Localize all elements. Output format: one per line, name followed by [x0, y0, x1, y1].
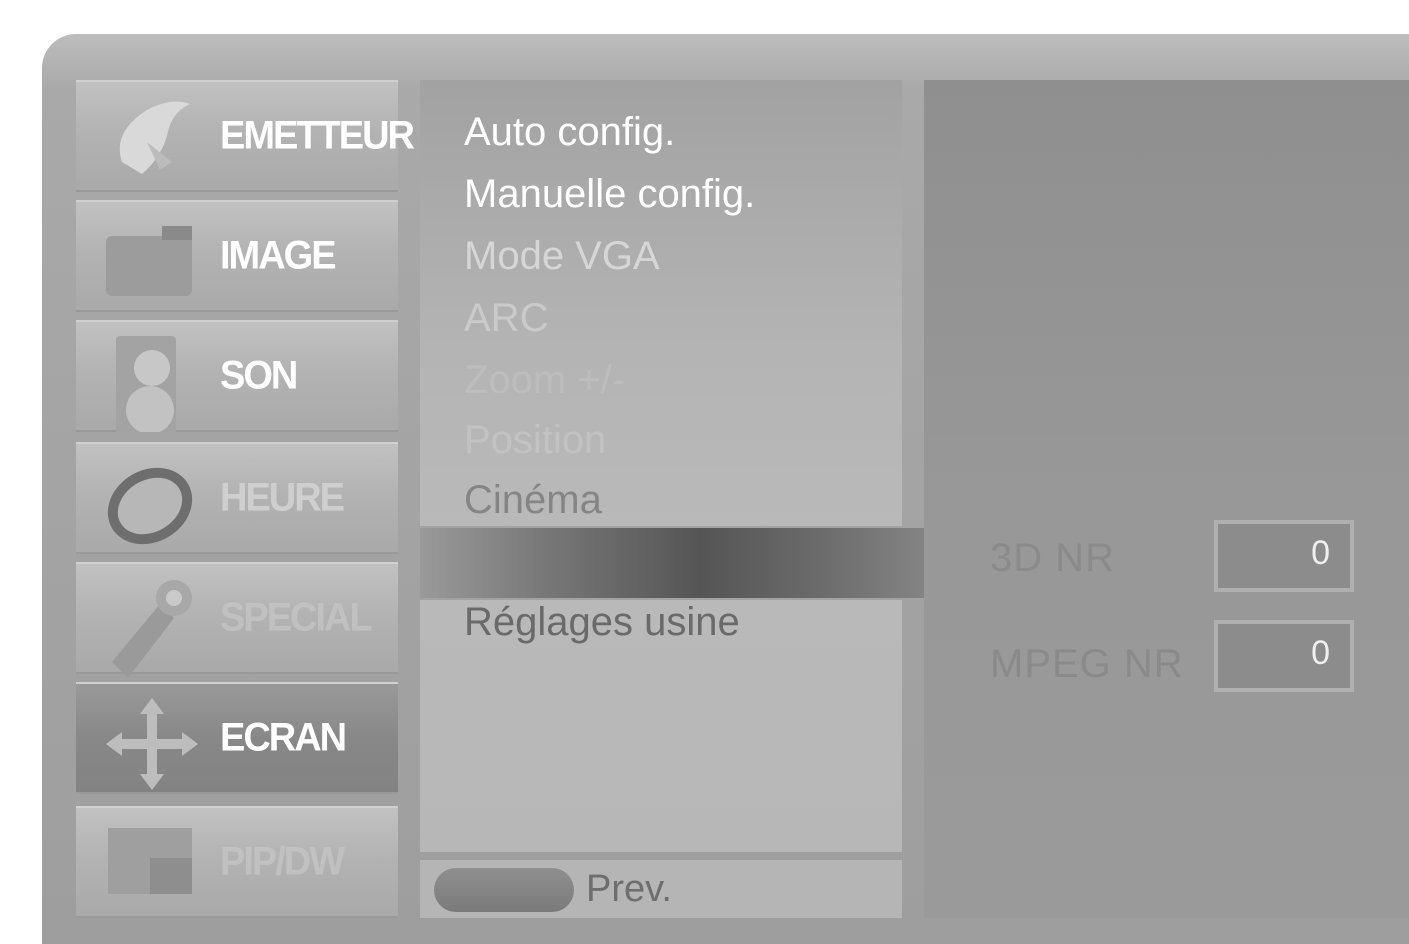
menu-item-zoom[interactable]: Zoom +/- [464, 358, 625, 403]
tab-label: EMETTEUR [220, 113, 415, 158]
submenu-list: Auto config. Manuelle config. Mode VGA A… [420, 80, 902, 526]
nr-mpeg-value: 0 [1311, 634, 1330, 672]
submenu-list-lower: Réglages usine [420, 600, 902, 852]
tab-heure[interactable]: HEURE [76, 442, 398, 554]
picture-icon [102, 212, 202, 300]
menu-item-cinema[interactable]: Cinéma [464, 478, 602, 523]
menu-item-auto-config[interactable]: Auto config. [464, 110, 675, 155]
prev-button[interactable] [434, 868, 574, 912]
tab-label: HEURE [220, 475, 345, 520]
tab-image[interactable]: IMAGE [76, 200, 398, 312]
nr-mpeg-value-field[interactable]: 0 [1214, 620, 1354, 692]
wrench-icon [102, 574, 202, 678]
tab-pip-dw[interactable]: PIP/DW [76, 806, 398, 918]
selection-highlight-bar[interactable] [420, 528, 930, 598]
tab-label: SON [220, 353, 298, 398]
move-arrows-icon [102, 694, 202, 790]
nr-mpeg-label: MPEG NR [990, 642, 1184, 686]
tab-special[interactable]: SPECIAL [76, 562, 398, 678]
clock-icon [102, 454, 202, 545]
tab-son[interactable]: SON [76, 320, 398, 440]
tab-label: PIP/DW [220, 839, 345, 884]
menu-item-factory-settings[interactable]: Réglages usine [464, 600, 740, 645]
tab-ecran[interactable]: ECRAN [76, 682, 398, 794]
tab-label: SPECIAL [220, 595, 373, 640]
speaker-icon [102, 332, 202, 440]
tab-emetteur[interactable]: EMETTEUR [76, 80, 415, 192]
satellite-dish-icon [102, 92, 202, 180]
menu-footer: Prev. [420, 860, 902, 918]
nr-3d-value-field[interactable]: 0 [1214, 520, 1354, 592]
tab-label: ECRAN [220, 715, 347, 760]
menu-item-position[interactable]: Position [464, 418, 606, 463]
pip-icon [102, 818, 202, 906]
settings-panel: 3D NR 0 MPEG NR 0 [924, 80, 1409, 918]
tab-label: IMAGE [220, 233, 337, 278]
nr-3d-label: 3D NR [990, 536, 1116, 580]
menu-item-arc[interactable]: ARC [464, 296, 548, 341]
menu-item-manual-config[interactable]: Manuelle config. [464, 172, 755, 217]
prev-label: Prev. [586, 867, 672, 910]
nr-3d-value: 0 [1311, 534, 1330, 572]
menu-item-mode-vga[interactable]: Mode VGA [464, 234, 660, 279]
